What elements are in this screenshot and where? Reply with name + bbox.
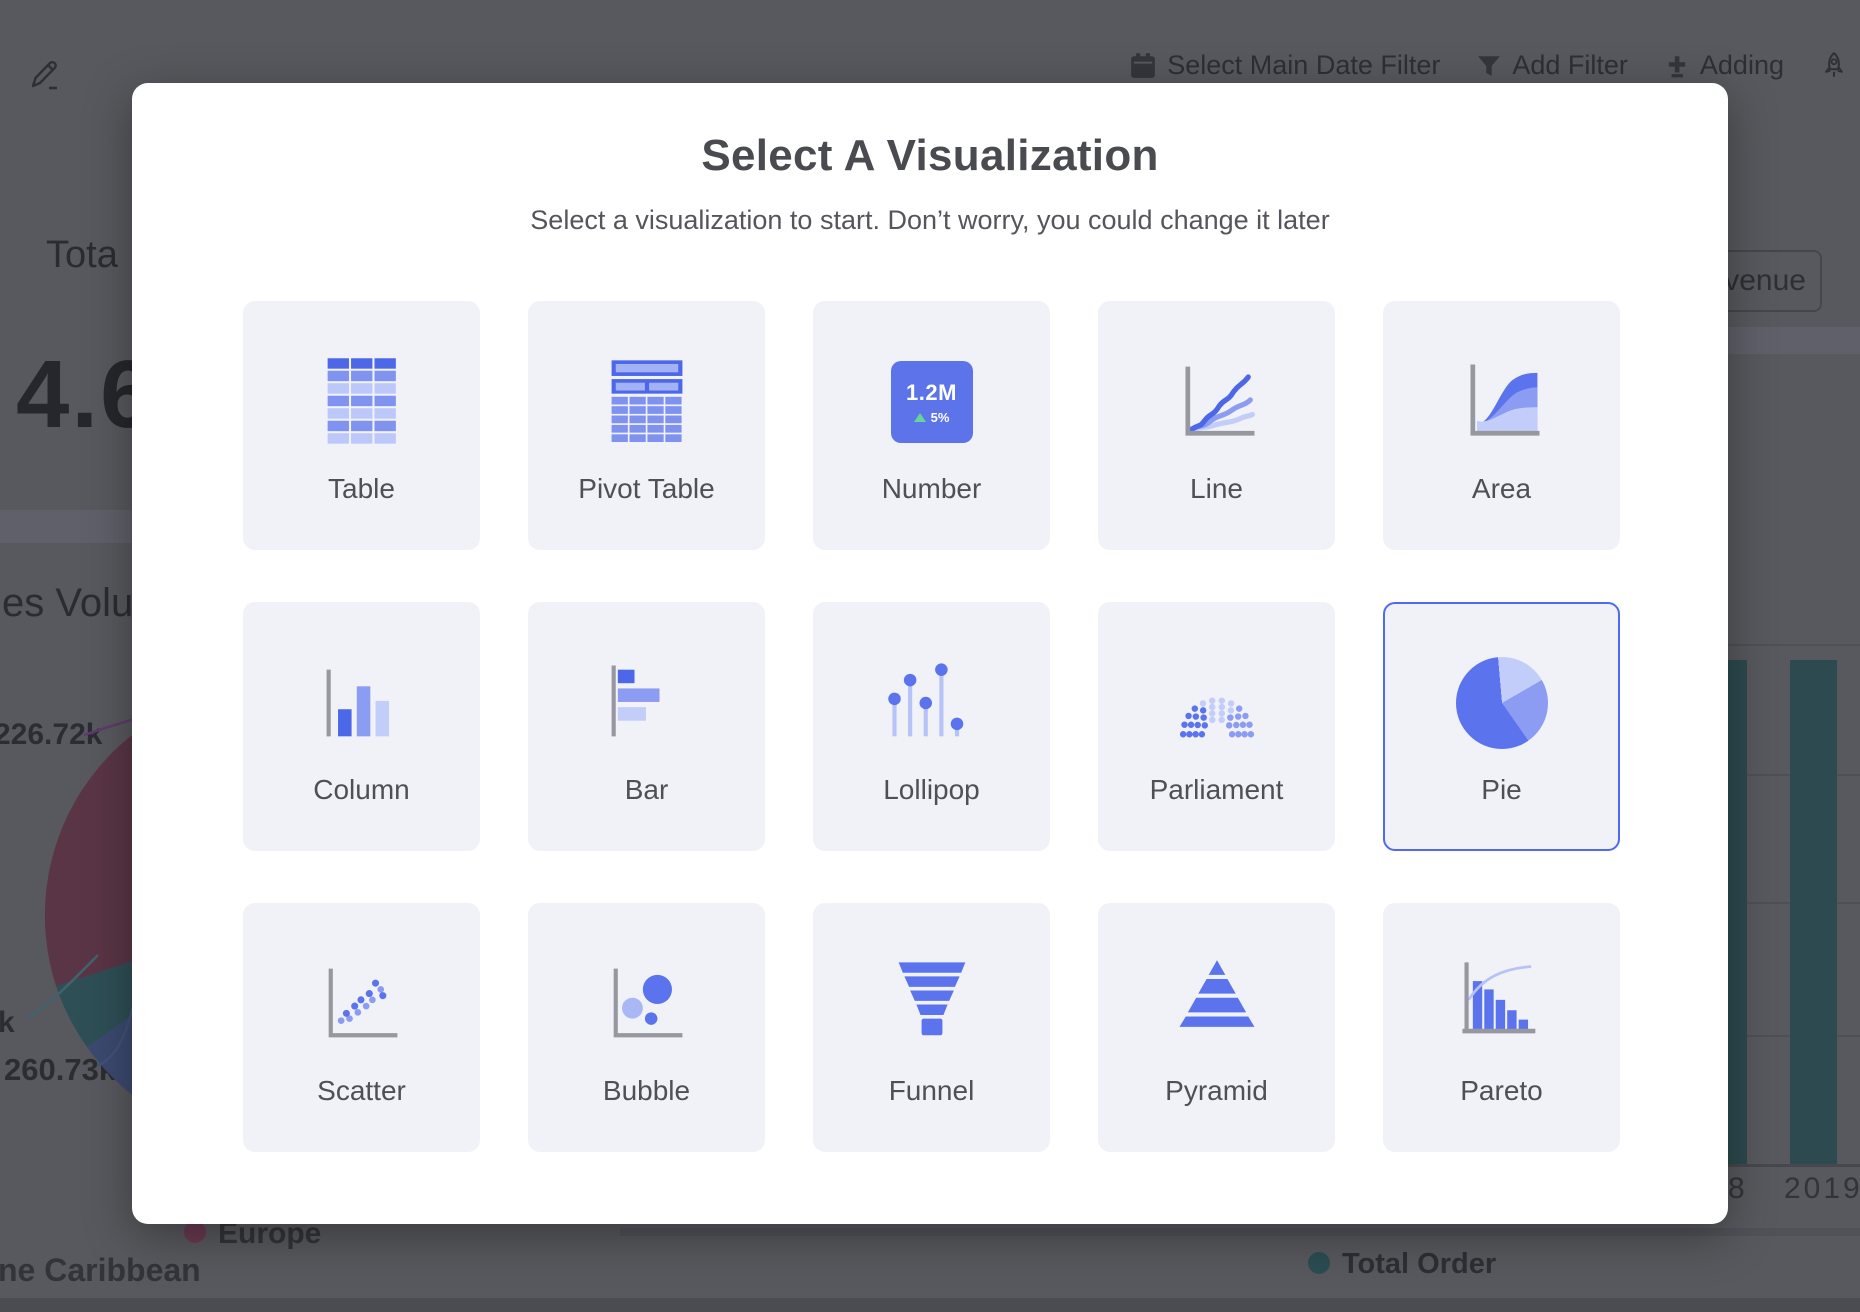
add-filter-button[interactable]: Add Filter	[1476, 50, 1628, 81]
viz-option-number[interactable]: 1.2M 5% Number	[813, 301, 1050, 550]
viz-option-label: Bubble	[603, 1075, 690, 1107]
edit-pencil-icon[interactable]	[24, 54, 64, 101]
viz-option-pivot-table[interactable]: Pivot Table	[528, 301, 765, 550]
viz-option-bubble[interactable]: Bubble	[528, 903, 765, 1152]
viz-option-label: Pareto	[1460, 1075, 1543, 1107]
add-filter-label: Add Filter	[1512, 50, 1628, 81]
pie-slice-label-bottom: 260.73k	[4, 1052, 116, 1088]
viz-option-pyramid[interactable]: Pyramid	[1098, 903, 1335, 1152]
section-title-fragment: es Volu	[2, 581, 133, 626]
app-root: Select Main Date Filter Add Filter Addin…	[0, 0, 1860, 1312]
column-chart-icon	[312, 644, 412, 762]
section-divider	[0, 510, 134, 543]
adding-label: Adding	[1700, 50, 1784, 81]
pareto-chart-icon	[1452, 945, 1552, 1063]
viz-option-label: Funnel	[889, 1075, 975, 1107]
bar-total-order-2019	[1790, 660, 1837, 1164]
plus-icon	[1664, 53, 1690, 79]
visualization-grid: Table	[243, 301, 1620, 1152]
viz-option-label: Scatter	[317, 1075, 406, 1107]
viz-option-bar[interactable]: Bar	[528, 602, 765, 851]
bar-chart-icon	[597, 644, 697, 762]
viz-option-funnel[interactable]: Funnel	[813, 903, 1050, 1152]
filter-icon	[1476, 53, 1502, 79]
modal-title: Select A Visualization	[132, 131, 1728, 181]
x-tick-2019: 2019	[1784, 1172, 1860, 1206]
select-main-date-filter-button[interactable]: Select Main Date Filter	[1129, 50, 1440, 81]
viz-option-label: Parliament	[1150, 774, 1284, 806]
viz-option-label: Table	[328, 473, 395, 505]
adding-button[interactable]: Adding	[1664, 50, 1784, 81]
scatter-chart-icon	[312, 945, 412, 1063]
metric-card-title-fragment: Tota	[46, 234, 118, 277]
viz-option-label: Bar	[625, 774, 669, 806]
legend-label-caribbean[interactable]: ne Caribbean	[0, 1252, 201, 1289]
viz-option-label: Number	[882, 473, 982, 505]
viz-option-label: Line	[1190, 473, 1243, 505]
legend-dot-total-order	[1308, 1252, 1330, 1274]
parliament-chart-icon	[1167, 644, 1267, 762]
viz-option-column[interactable]: Column	[243, 602, 480, 851]
viz-option-label: Area	[1472, 473, 1531, 505]
table-icon	[312, 343, 412, 461]
viz-option-label: Pivot Table	[578, 473, 714, 505]
viz-option-table[interactable]: Table	[243, 301, 480, 550]
viz-option-lollipop[interactable]: Lollipop	[813, 602, 1050, 851]
number-tile-value: 1.2M	[906, 380, 957, 406]
line-chart-icon	[1167, 343, 1267, 461]
calendar-icon	[1129, 52, 1157, 80]
select-visualization-modal: Select A Visualization Select a visualiz…	[132, 83, 1728, 1224]
pie-slice-label-left: k	[0, 1006, 15, 1040]
area-chart-icon	[1452, 343, 1552, 461]
delta-up-icon	[914, 413, 926, 422]
viz-option-label: Column	[313, 774, 409, 806]
section-divider-right	[1726, 327, 1860, 354]
pivot-table-icon	[597, 343, 697, 461]
bubble-chart-icon	[597, 945, 697, 1063]
modal-subtitle: Select a visualization to start. Don’t w…	[132, 205, 1728, 236]
number-tile-delta: 5%	[931, 410, 950, 425]
pyramid-chart-icon	[1167, 945, 1267, 1063]
viz-option-pareto[interactable]: Pareto	[1383, 903, 1620, 1152]
boost-button[interactable]: B	[1820, 50, 1860, 81]
viz-option-line[interactable]: Line	[1098, 301, 1335, 550]
viz-option-area[interactable]: Area	[1383, 301, 1620, 550]
page-bottom-strip	[0, 1298, 1860, 1312]
card-bottom-edge	[620, 1228, 1860, 1236]
viz-option-pie[interactable]: Pie	[1383, 602, 1620, 851]
lollipop-chart-icon	[882, 644, 982, 762]
pie-chart-icon	[1456, 644, 1548, 762]
viz-option-label: Pyramid	[1165, 1075, 1268, 1107]
legend-dot-europe	[184, 1221, 206, 1243]
rocket-icon	[1820, 51, 1848, 81]
viz-option-label: Pie	[1481, 774, 1521, 806]
viz-option-label: Lollipop	[883, 774, 980, 806]
pie-slice-label-top: 226.72k	[0, 718, 102, 752]
dashboard-toolbar: Select Main Date Filter Add Filter Addin…	[1129, 50, 1860, 81]
select-main-date-filter-label: Select Main Date Filter	[1167, 50, 1440, 81]
funnel-chart-icon	[882, 945, 982, 1063]
viz-option-parliament[interactable]: Parliament	[1098, 602, 1335, 851]
number-icon: 1.2M 5%	[891, 343, 973, 461]
x-tick-2018-fragment: 8	[1728, 1172, 1745, 1206]
viz-option-scatter[interactable]: Scatter	[243, 903, 480, 1152]
legend-label-total-order[interactable]: Total Order	[1342, 1248, 1496, 1281]
